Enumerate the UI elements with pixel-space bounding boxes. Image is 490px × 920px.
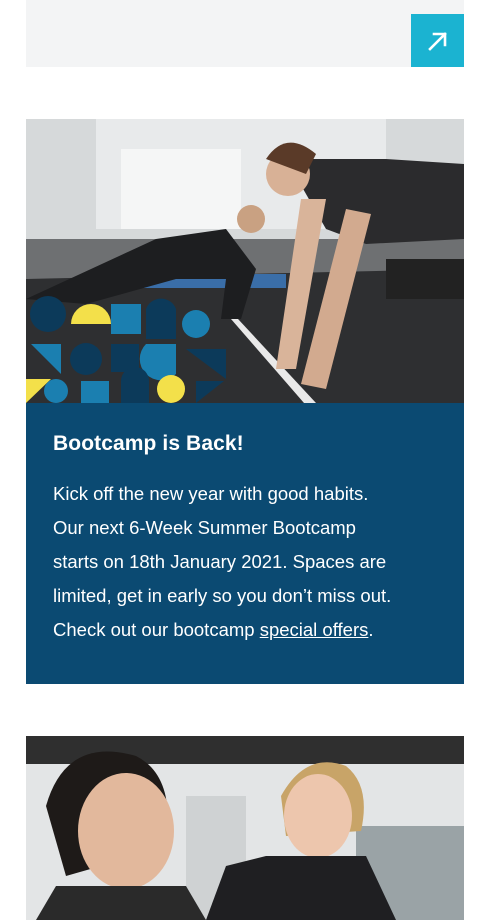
body-line: Check out our bootcamp: [53, 619, 260, 640]
card-link-button[interactable]: [411, 14, 464, 67]
bootcamp-content: Bootcamp is Back! Kick off the new year …: [26, 403, 464, 684]
bootcamp-title: Bootcamp is Back!: [53, 432, 244, 455]
special-offers-link[interactable]: special offers: [260, 619, 369, 640]
next-card-photo: [26, 736, 464, 920]
body-line: starts on 18th January 2021. Spaces are: [53, 551, 387, 572]
previous-card: [26, 0, 464, 67]
body-line-end: .: [368, 619, 374, 640]
body-line: Our next 6-Week Summer Bootcamp: [53, 517, 356, 538]
photo-scene-2: [26, 736, 464, 920]
photo-scene: [26, 119, 464, 403]
bootcamp-description: Kick off the new year with good habits. …: [53, 477, 445, 647]
bootcamp-card: Bootcamp is Back! Kick off the new year …: [26, 119, 464, 684]
body-line: Kick off the new year with good habits.: [53, 483, 369, 504]
arrow-up-right-icon: [427, 31, 447, 51]
body-line: limited, get in early so you don’t miss …: [53, 585, 392, 606]
bootcamp-photo: [26, 119, 464, 403]
